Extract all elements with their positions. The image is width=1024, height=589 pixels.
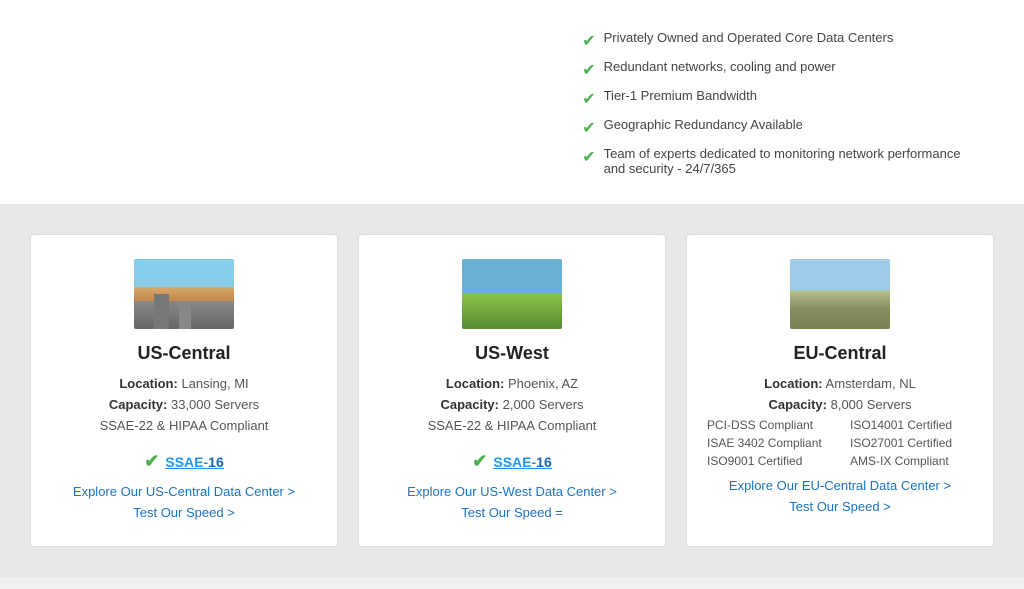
feature-item: ✔ Tier-1 Premium Bandwidth (582, 88, 984, 109)
speed-link-eu-central[interactable]: Test Our Speed > (789, 499, 891, 514)
explore-link-eu-central[interactable]: Explore Our EU-Central Data Center > (729, 478, 951, 493)
card-title-us-west: US-West (475, 343, 549, 364)
top-section: ✔ Privately Owned and Operated Core Data … (0, 0, 1024, 204)
top-left (40, 30, 522, 184)
check-icon: ✔ (582, 89, 595, 109)
check-icon: ✔ (582, 60, 595, 80)
card-eu-central: EU-Central Location: Amsterdam, NL Capacit… (686, 234, 994, 547)
ssae-check-icon: ✔ (144, 451, 159, 472)
eu-compliance-item: AMS-IX Compliant (850, 454, 973, 468)
ssae-badge-us-west: ✔ SSAE-16 (472, 451, 551, 472)
card-image-eu-central (790, 259, 890, 329)
card-capacity-us-west: Capacity: 2,000 Servers (440, 397, 583, 412)
feature-item: ✔ Redundant networks, cooling and power (582, 59, 984, 80)
card-title-us-central: US-Central (137, 343, 230, 364)
card-title-eu-central: EU-Central (793, 343, 886, 364)
feature-text: Privately Owned and Operated Core Data C… (604, 30, 894, 45)
ssae-check-icon: ✔ (472, 451, 487, 472)
feature-list: ✔ Privately Owned and Operated Core Data … (582, 30, 984, 176)
ssae-label: SSAE-16 (165, 454, 223, 470)
feature-text: Team of experts dedicated to monitoring … (604, 146, 984, 176)
ssae-badge-us-central: ✔ SSAE-16 (144, 451, 223, 472)
feature-text: Redundant networks, cooling and power (604, 59, 836, 74)
ssae-number: 16 (536, 454, 552, 470)
feature-text: Tier-1 Premium Bandwidth (604, 88, 757, 103)
page-wrapper: ✔ Privately Owned and Operated Core Data … (0, 0, 1024, 577)
card-us-central: US-Central Location: Lansing, MI Capacity:… (30, 234, 338, 547)
card-compliance-us-central: SSAE-22 & HIPAA Compliant (100, 418, 269, 433)
feature-item: ✔ Geographic Redundancy Available (582, 117, 984, 138)
check-icon: ✔ (582, 118, 595, 138)
eu-compliance-item: PCI-DSS Compliant (707, 418, 830, 432)
explore-link-us-west[interactable]: Explore Our US-West Data Center > (407, 484, 617, 499)
card-image-us-west (462, 259, 562, 329)
ssae-label: SSAE-16 (493, 454, 551, 470)
top-right: ✔ Privately Owned and Operated Core Data … (562, 30, 984, 184)
feature-text: Geographic Redundancy Available (604, 117, 803, 132)
feature-item: ✔ Team of experts dedicated to monitoring… (582, 146, 984, 176)
check-icon: ✔ (582, 31, 595, 51)
card-location-eu-central: Location: Amsterdam, NL (764, 376, 916, 391)
feature-item: ✔ Privately Owned and Operated Core Data … (582, 30, 984, 51)
card-location-us-central: Location: Lansing, MI (119, 376, 248, 391)
eu-compliance-grid: PCI-DSS Compliant ISO14001 Certified ISAE … (707, 418, 973, 468)
explore-link-us-central[interactable]: Explore Our US-Central Data Center > (73, 484, 295, 499)
eu-compliance-item: ISO27001 Certified (850, 436, 973, 450)
ssae-number: 16 (208, 454, 224, 470)
cards-section: US-Central Location: Lansing, MI Capacity:… (0, 204, 1024, 577)
card-location-us-west: Location: Phoenix, AZ (446, 376, 578, 391)
speed-link-us-central[interactable]: Test Our Speed > (133, 505, 235, 520)
eu-compliance-item: ISAE 3402 Compliant (707, 436, 830, 450)
card-us-west: US-West Location: Phoenix, AZ Capacity: 2,… (358, 234, 666, 547)
speed-link-us-west[interactable]: Test Our Speed = (461, 505, 563, 520)
card-capacity-eu-central: Capacity: 8,000 Servers (768, 397, 911, 412)
card-image-us-central (134, 259, 234, 329)
card-compliance-us-west: SSAE-22 & HIPAA Compliant (428, 418, 597, 433)
eu-compliance-item: ISO9001 Certified (707, 454, 830, 468)
check-icon: ✔ (582, 147, 595, 167)
card-capacity-us-central: Capacity: 33,000 Servers (109, 397, 259, 412)
eu-compliance-item: ISO14001 Certified (850, 418, 973, 432)
